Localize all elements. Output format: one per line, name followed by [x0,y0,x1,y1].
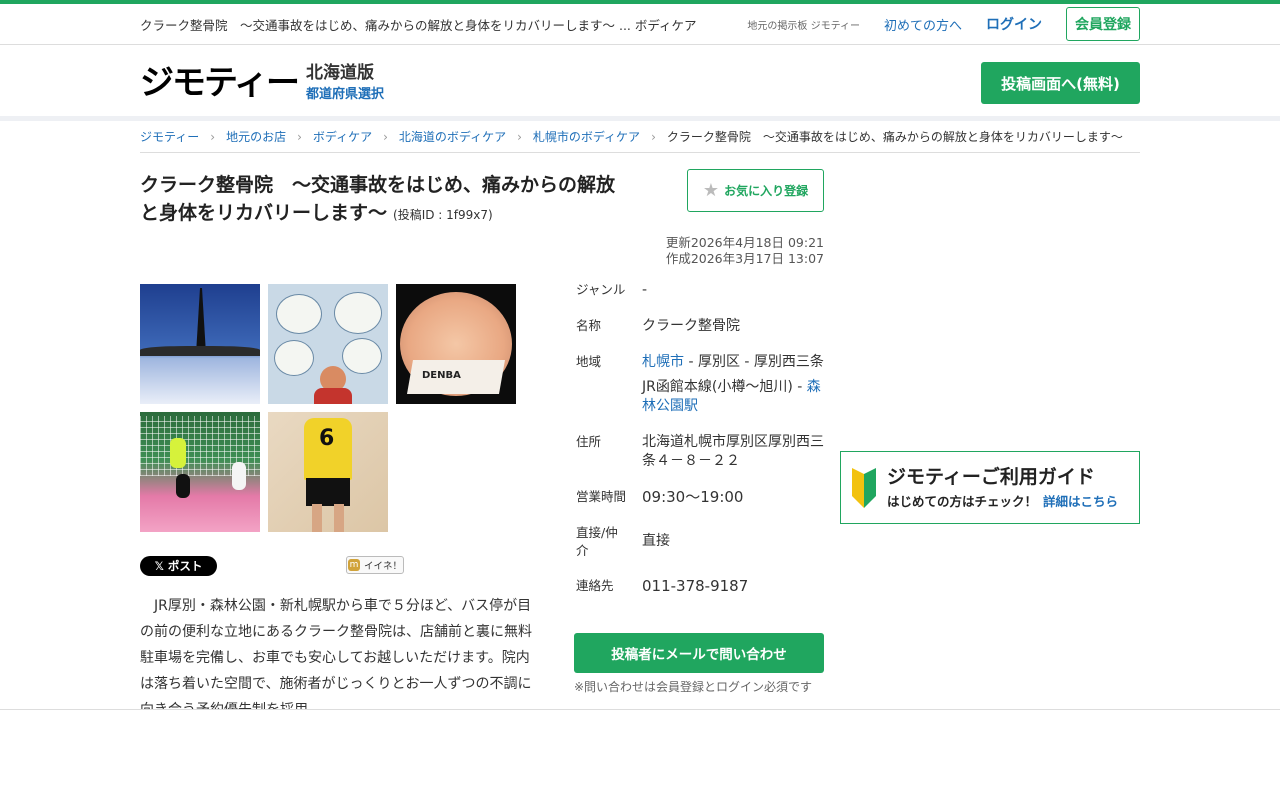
detail-value: 北海道札幌市厚別区厚別西三条４－８－２２ [642,434,824,469]
detail-label: 直接/仲介 [576,525,618,558]
speech-bubble [276,294,322,334]
speech-bubble [274,340,314,376]
detail-value: - [642,282,648,298]
detail-row-address: 住所 北海道札幌市厚別区厚別西三条４－８－２２ [576,433,824,471]
photo-thumbnail-denba[interactable]: DENBA [396,284,516,404]
site-label: 地元の掲示板 ジモティー [747,20,860,32]
beginner-mark-icon [852,467,876,508]
detail-value: 09:30〜19:00 [642,488,744,506]
post-id: (投稿ID : 1f99x7) [393,208,493,222]
breadcrumb-current: クラーク整骨院 〜交通事故をはじめ、痛みからの解放と身体をリカバリーします〜 [666,130,1123,144]
speech-bubble [342,338,382,374]
detail-row-direct: 直接/仲介 直接 [576,524,824,560]
share-x-button[interactable]: 𝕏 ポスト [140,556,217,576]
breadcrumb-item[interactable]: 札幌市のボディケア [533,128,640,145]
device-brand: DENBA [422,370,461,381]
star-icon: ★ [702,180,720,201]
player-shape [232,462,246,490]
area-rest: - 厚別区 - 厚別西三条 [684,354,824,370]
listing-dates: 更新2026年4月18日 09:21 作成2026年3月17日 13:07 [666,235,824,267]
tower-shape [196,288,206,354]
guide-text: ジモティーご利用ガイド はじめての方はチェック！ 詳細はこちら [887,465,1118,511]
share-mixi-button[interactable]: m イイネ！ [346,556,404,574]
site-logo[interactable]: ジモティー [140,66,300,100]
detail-row-name: 名称 クラーク整骨院 [576,317,824,336]
detail-value: 札幌市 - 厚別区 - 厚別西三条 JR函館本線(小樽〜旭川) - 森林公園駅 [642,353,824,416]
photo-thumbnail-poster[interactable] [268,284,388,404]
detail-row-hours: 営業時間 09:30〜19:00 [576,488,824,507]
blank-area [0,710,1280,800]
player-shape [170,438,186,468]
player-shape [176,474,190,498]
detail-row-genre: ジャンル - [576,281,824,300]
listing-title-text: クラーク整骨院 〜交通事故をはじめ、痛みからの解放と身体をリカバリーします〜 [140,174,616,224]
breadcrumb-item[interactable]: ボディケア [313,128,372,145]
detail-label: 地域 [576,354,602,369]
photo-thumbnail-jersey[interactable]: 6 [268,412,388,532]
register-button[interactable]: 会員登録 [1066,7,1140,41]
detail-label: 名称 [576,318,602,333]
login-link[interactable]: ログイン [986,14,1042,34]
listing-main: クラーク整骨院 〜交通事故をはじめ、痛みからの解放と身体をリカバリーします〜 (投… [140,153,1140,718]
area-city-link[interactable]: 札幌市 [642,354,684,370]
breadcrumb-item[interactable]: ジモティー [140,128,199,145]
guide-subtitle-text: はじめての方はチェック！ [887,493,1038,509]
guide-detail-link[interactable]: 詳細はこちら [1043,494,1118,509]
detail-row-contact: 連絡先 011-378-9187 [576,577,824,596]
first-time-link[interactable]: 初めての方へ [884,15,962,34]
breadcrumb-separator: › [297,129,302,144]
leg-shape [334,504,344,532]
person-shirt [314,388,352,404]
listing-description: JR厚別・森林公園・新札幌駅から車で５分ほど、バス停が目の前の便利な立地にあるク… [140,598,532,718]
guide-title: ジモティーご利用ガイド [887,465,1095,488]
updated-date: 更新2026年4月18日 09:21 [665,235,824,250]
breadcrumb-item[interactable]: 地元のお店 [226,128,286,145]
jersey-number: 6 [319,426,335,451]
post-button[interactable]: 投稿画面へ(無料) [981,62,1140,104]
speech-bubble [334,292,382,334]
guide-subtitle: はじめての方はチェック！ 詳細はこちら [887,493,1118,511]
detail-label: 営業時間 [576,489,627,504]
breadcrumb: ジモティー › 地元のお店 › ボディケア › 北海道のボディケア › 札幌市の… [140,121,1140,153]
listing-title: クラーク整骨院 〜交通事故をはじめ、痛みからの解放と身体をリカバリーします〜 (投… [140,171,630,229]
site-header: ジモティー 北海道版 都道府県選択 投稿画面へ(無料) [0,45,1280,121]
breadcrumb-separator: › [651,129,656,144]
photo-thumbnail-handball[interactable] [140,412,260,532]
region-select-link[interactable]: 都道府県選択 [306,87,384,102]
shorts-shape [306,478,350,506]
user-guide-banner[interactable]: ジモティーご利用ガイド はじめての方はチェック！ 詳細はこちら [840,451,1140,524]
mixi-label: イイネ！ [363,561,402,572]
contact-note: ※問い合わせは会員登録とログイン必須です [574,680,813,694]
detail-label: 連絡先 [576,578,614,593]
breadcrumb-separator: › [517,129,522,144]
breadcrumb-separator: › [383,129,388,144]
detail-value: 直接 [642,533,670,549]
leg-shape [312,504,322,532]
top-page-title: クラーク整骨院 〜交通事故をはじめ、痛みからの解放と身体をリカバリーします〜 .… [140,17,697,33]
region-block: 北海道版 都道府県選択 [306,63,384,103]
detail-row-area: 地域 札幌市 - 厚別区 - 厚別西三条 JR函館本線(小樽〜旭川) - 森林公… [576,353,824,416]
detail-label: ジャンル [576,282,626,297]
breadcrumb-separator: › [210,129,216,144]
region-name: 北海道版 [305,63,374,83]
favorite-button[interactable]: ★ お気に入り登録 [687,169,824,212]
detail-label: 住所 [576,434,602,449]
area-line: JR函館本線(小樽〜旭川) - [642,379,807,395]
details-table: ジャンル - 名称 クラーク整骨院 地域 札幌市 - 厚別区 - 厚別西三条 J… [576,281,824,613]
detail-value: クラーク整骨院 [642,318,740,334]
contact-email-button[interactable]: 投稿者にメールで問い合わせ [574,633,824,673]
top-bar: クラーク整骨院 〜交通事故をはじめ、痛みからの解放と身体をリカバリーします〜 .… [0,4,1280,45]
breadcrumb-item[interactable]: 北海道のボディケア [399,128,506,145]
created-date: 作成2026年3月17日 13:07 [665,251,824,266]
mixi-icon: m [347,559,360,571]
favorite-label: お気に入り登録 [724,184,809,198]
hill-shape [140,346,260,356]
photo-thumbnail-tower[interactable] [140,284,260,404]
detail-value: 011-378-9187 [642,577,749,595]
